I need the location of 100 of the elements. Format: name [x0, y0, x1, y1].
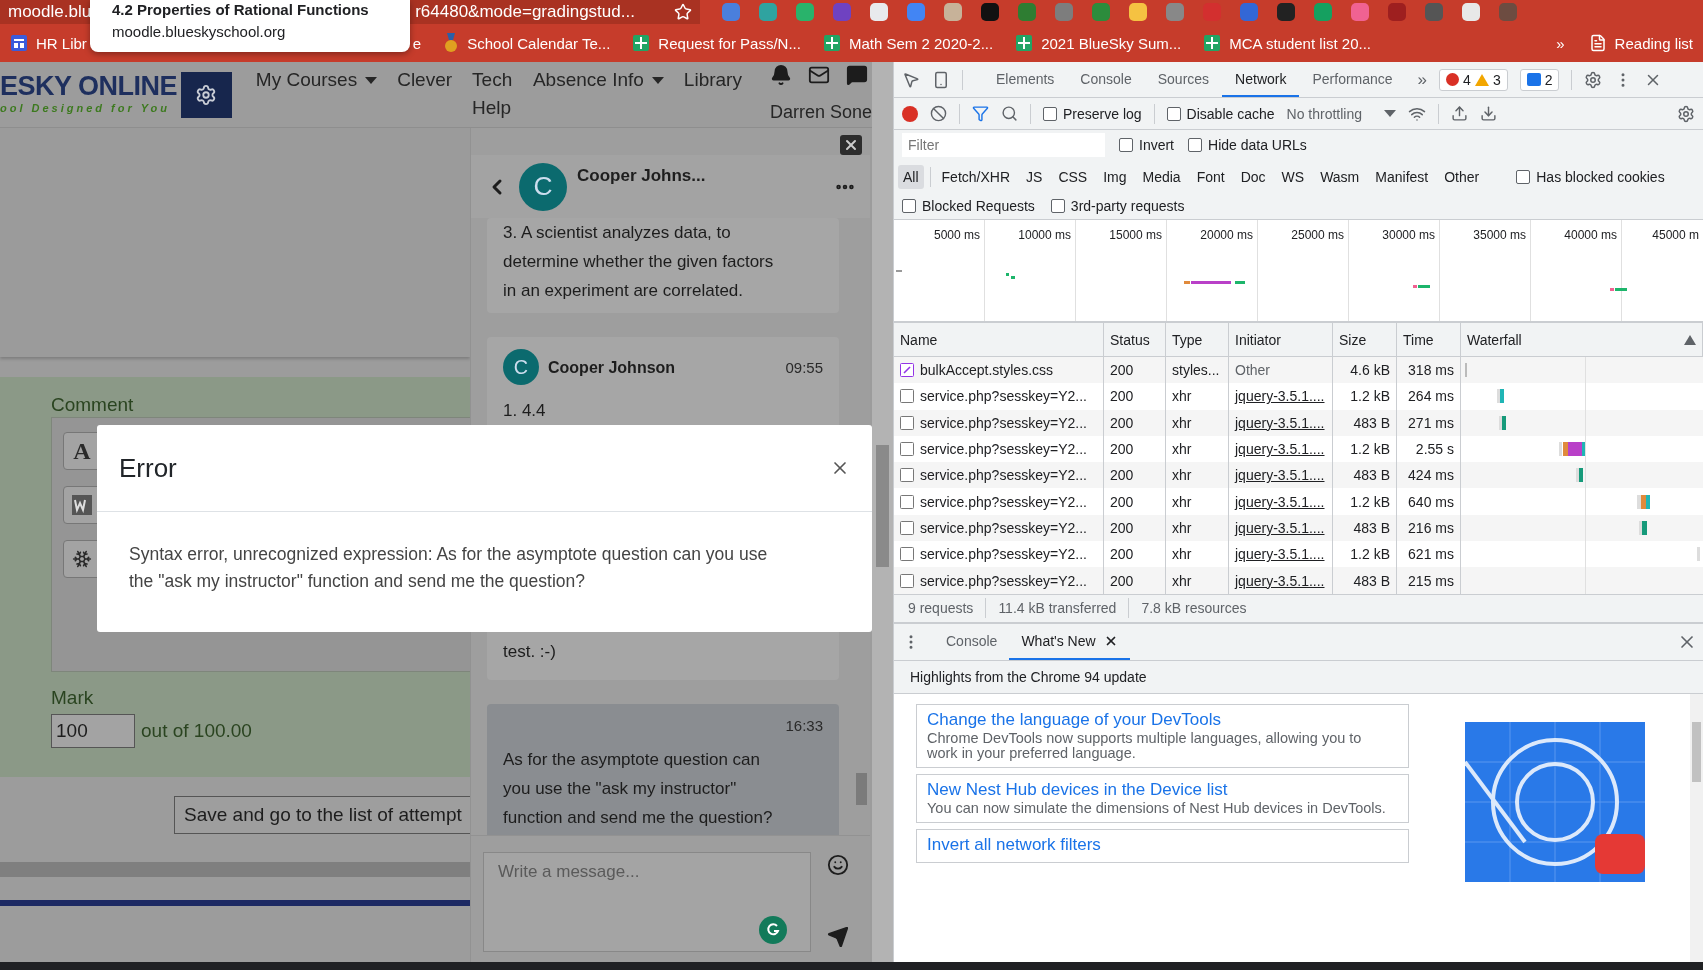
mark-field[interactable]: 100 — [51, 714, 135, 748]
type-filter[interactable]: WS — [1276, 164, 1310, 189]
settings-icon[interactable] — [1677, 104, 1695, 123]
type-filter[interactable]: Other — [1439, 164, 1485, 189]
settings-button[interactable] — [180, 72, 232, 118]
extension-icon[interactable] — [870, 3, 888, 21]
type-filter[interactable]: Doc — [1235, 164, 1271, 189]
emoji-icon[interactable] — [827, 854, 849, 876]
devtools-tab[interactable]: Sources — [1144, 62, 1223, 97]
request-name[interactable]: service.php?sesskey=Y2... — [920, 572, 1087, 589]
checkbox[interactable] — [1043, 106, 1057, 121]
throttling-select[interactable]: No throttling — [1286, 105, 1396, 122]
request-name[interactable]: service.php?sesskey=Y2... — [920, 493, 1087, 510]
nav-menu-item[interactable]: Absence Info — [522, 62, 674, 94]
extension-icon[interactable] — [1129, 3, 1147, 21]
send-icon[interactable] — [827, 926, 849, 948]
clear-icon[interactable] — [930, 105, 947, 122]
type-filter[interactable]: JS — [1021, 164, 1048, 189]
reading-list-button[interactable]: Reading list — [1588, 34, 1693, 52]
bookmark[interactable]: MCA student list 20... — [1203, 34, 1371, 52]
initiator-link[interactable]: jquery-3.5.1.... — [1235, 546, 1325, 563]
download-icon[interactable] — [1480, 105, 1497, 122]
scrollbar-thumb[interactable] — [1692, 721, 1701, 782]
request-name[interactable]: service.php?sesskey=Y2... — [920, 467, 1087, 484]
column-header[interactable]: Status — [1110, 331, 1150, 348]
more-tabs[interactable]: » — [1417, 69, 1428, 90]
checkbox[interactable] — [1516, 169, 1531, 184]
user-name[interactable]: Darren Sone — [769, 102, 872, 123]
initiator-link[interactable]: jquery-3.5.1.... — [1235, 572, 1325, 589]
extension-icon[interactable] — [981, 3, 999, 21]
column-header[interactable]: Name — [900, 331, 938, 348]
extension-icon[interactable] — [944, 3, 962, 21]
initiator-link[interactable]: jquery-3.5.1.... — [1235, 493, 1325, 510]
type-filter[interactable]: Font — [1191, 164, 1230, 189]
devtools-tab[interactable]: Elements — [983, 62, 1068, 97]
initiator-link[interactable]: jquery-3.5.1.... — [1235, 414, 1325, 431]
initiator-link[interactable]: jquery-3.5.1.... — [1235, 467, 1325, 484]
search-icon[interactable] — [1001, 105, 1018, 122]
pointer-icon[interactable] — [902, 70, 920, 89]
checkbox[interactable] — [1188, 138, 1202, 152]
type-filter[interactable]: Manifest — [1370, 164, 1434, 189]
initiator-link[interactable]: jquery-3.5.1.... — [1235, 441, 1325, 458]
nav-menu-item[interactable]: My Courses — [245, 62, 388, 94]
type-filter[interactable]: Wasm — [1315, 164, 1365, 189]
devtools-tab[interactable]: Console — [1067, 62, 1145, 97]
nav-menu-item[interactable]: Library — [673, 62, 752, 94]
upload-icon[interactable] — [1451, 105, 1468, 122]
checkbox[interactable] — [1166, 106, 1181, 121]
filter-field[interactable]: Filter — [902, 133, 1105, 157]
article-link[interactable]: New Nest Hub devices in the Device list — [927, 778, 1398, 801]
column-header[interactable]: Size — [1339, 331, 1367, 348]
extension-icon[interactable] — [1277, 3, 1295, 21]
devtools-tab[interactable]: Performance — [1299, 62, 1406, 97]
star-icon[interactable] — [674, 3, 692, 21]
scrollbar-thumb[interactable] — [856, 773, 867, 805]
bookmark[interactable]: Math Sem 2 2020-2... — [822, 34, 994, 52]
save-button[interactable]: Save and go to the list of attempt — [174, 796, 470, 834]
column-header[interactable]: Time — [1403, 331, 1434, 348]
type-filter[interactable]: Media — [1137, 164, 1186, 189]
request-name[interactable]: service.php?sesskey=Y2... — [920, 388, 1087, 405]
extension-icon[interactable] — [1462, 3, 1480, 21]
settings-icon[interactable] — [1584, 70, 1603, 89]
sort-icon[interactable] — [1684, 334, 1696, 345]
bookmark[interactable]: HR Libr — [10, 34, 87, 52]
request-name[interactable]: service.php?sesskey=Y2... — [920, 546, 1087, 563]
record-icon[interactable] — [902, 105, 918, 122]
type-filter[interactable]: Img — [1098, 164, 1132, 189]
drawer-tab[interactable]: Console — [934, 623, 1010, 660]
device-icon[interactable] — [932, 70, 950, 89]
mail-icon[interactable] — [807, 64, 830, 86]
filter-icon[interactable] — [972, 105, 989, 122]
type-filter[interactable]: Fetch/XHR — [936, 164, 1016, 189]
type-filter[interactable]: All — [898, 164, 924, 189]
article-link[interactable]: Invert all network filters — [927, 833, 1398, 856]
article-link[interactable]: Change the language of your DevTools — [927, 708, 1398, 731]
chat-icon[interactable] — [845, 64, 868, 86]
close-button[interactable] — [840, 135, 862, 155]
nav-menu-item[interactable]: Tech Help — [462, 62, 523, 122]
bookmark[interactable]: Request for Pass/N... — [632, 34, 801, 52]
scrollbar-thumb[interactable] — [876, 445, 889, 567]
initiator-link[interactable]: jquery-3.5.1.... — [1235, 519, 1325, 536]
request-name[interactable]: service.php?sesskey=Y2... — [920, 441, 1087, 458]
more-bookmarks[interactable]: » — [1556, 34, 1565, 52]
bookmark[interactable]: School Calendar Te... — [443, 33, 611, 53]
checkbox[interactable] — [1119, 138, 1133, 152]
request-name[interactable]: bulkAccept.styles.css — [920, 362, 1054, 379]
request-name[interactable]: service.php?sesskey=Y2... — [920, 519, 1087, 536]
initiator-link[interactable]: jquery-3.5.1.... — [1235, 388, 1325, 405]
issues-badge[interactable]: 4 3 — [1439, 68, 1508, 91]
nav-menu-item[interactable]: Clever — [387, 62, 463, 94]
column-header[interactable]: Type — [1172, 331, 1203, 348]
checkbox[interactable] — [902, 199, 916, 213]
checkbox[interactable] — [1050, 199, 1065, 213]
column-header[interactable]: Initiator — [1235, 331, 1281, 348]
message-field[interactable]: Write a message... — [483, 852, 811, 952]
request-name[interactable]: service.php?sesskey=Y2... — [920, 414, 1087, 431]
bookmark[interactable]: 2021 BlueSky Sum... — [1015, 34, 1182, 52]
messages-badge[interactable]: 2 — [1519, 68, 1560, 91]
type-filter[interactable]: CSS — [1053, 164, 1093, 189]
bookmark[interactable]: e — [412, 34, 422, 52]
